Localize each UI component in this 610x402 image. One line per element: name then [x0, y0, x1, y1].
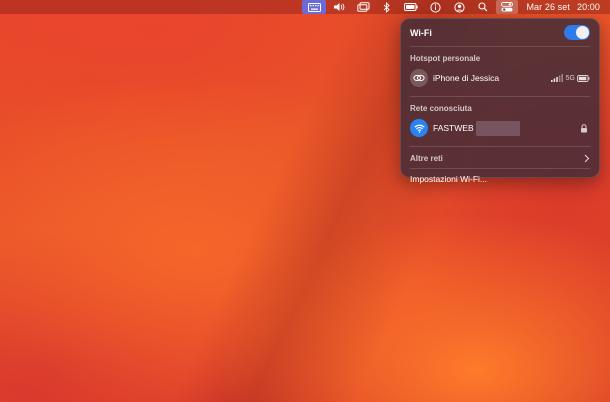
hotspot-status: 5G	[550, 74, 590, 82]
wifi-panel-title: Wi-Fi	[410, 27, 432, 38]
user-icon[interactable]	[448, 0, 470, 14]
divider	[410, 96, 590, 97]
screen-mirroring-icon[interactable]	[352, 0, 374, 14]
redacted-block	[475, 120, 520, 136]
info-icon[interactable]	[424, 0, 446, 14]
signal-strength-icon	[550, 74, 563, 82]
keyboard-icon[interactable]	[302, 0, 327, 14]
wifi-menu-panel: Wi-Fi Hotspot personale iPhone di Jessic…	[400, 18, 600, 184]
battery-icon	[577, 74, 590, 82]
known-network-name-text: FASTWEB	[433, 123, 474, 133]
network-row-hotspot[interactable]: iPhone di Jessica 5G	[410, 67, 590, 89]
wifi-toggle-knob	[576, 26, 589, 39]
wifi-icon	[410, 119, 428, 137]
network-row-fastweb[interactable]: FASTWEB	[410, 117, 590, 139]
chevron-right-icon	[584, 154, 590, 162]
known-network-section-label: Rete conosciuta	[410, 104, 472, 113]
wifi-toggle[interactable]	[564, 25, 590, 40]
divider	[410, 146, 590, 147]
band-label: 5G	[565, 74, 575, 82]
known-network-name: FASTWEB	[433, 120, 580, 136]
menubar-date[interactable]: Mar 26 set	[526, 2, 570, 12]
menubar-time[interactable]: 20:00	[577, 2, 600, 12]
wifi-panel-header: Wi-Fi	[410, 19, 590, 47]
volume-icon[interactable]	[328, 0, 350, 14]
hotspot-network-name: iPhone di Jessica	[433, 73, 500, 83]
search-icon[interactable]	[472, 0, 494, 14]
wifi-settings-row[interactable]: Impostazioni Wi-Fi...	[410, 169, 590, 189]
wifi-settings-label: Impostazioni Wi-Fi...	[410, 174, 487, 184]
battery-icon[interactable]	[400, 0, 422, 14]
other-networks-label: Altre reti	[410, 153, 443, 163]
other-networks-row[interactable]: Altre reti	[410, 148, 590, 168]
hotspot-section-label: Hotspot personale	[410, 54, 481, 63]
control-center-icon[interactable]	[496, 0, 519, 14]
bluetooth-icon[interactable]	[376, 0, 398, 14]
lock-icon	[581, 123, 587, 132]
menu-bar: Mar 26 set 20:00	[0, 0, 610, 14]
hotspot-link-icon	[410, 69, 428, 87]
